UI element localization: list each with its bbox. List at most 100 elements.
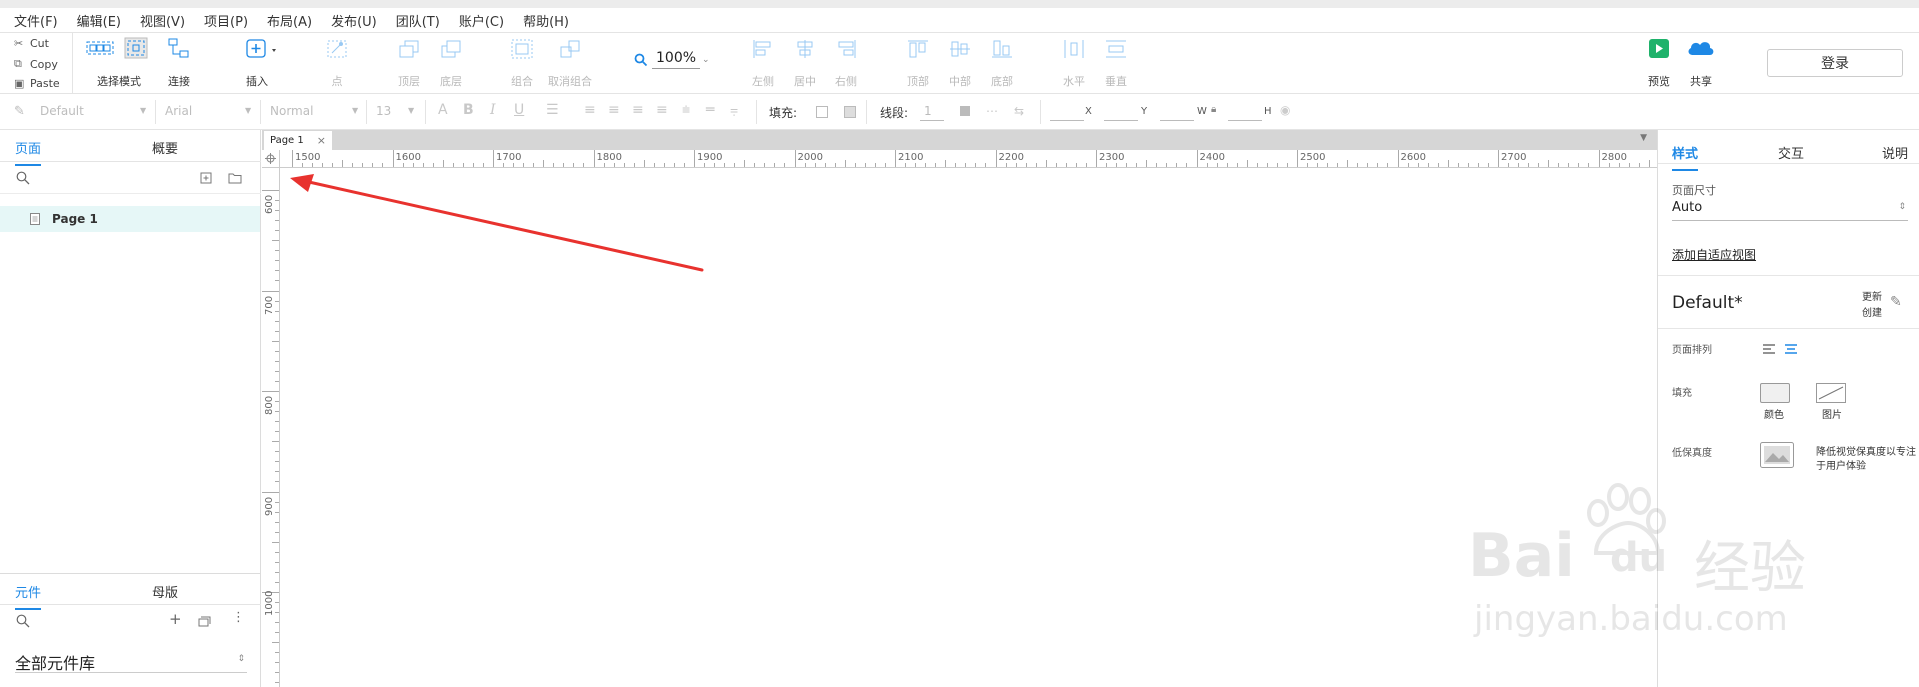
group-icon[interactable]	[511, 39, 533, 59]
tab-masters[interactable]: 母版	[152, 582, 178, 601]
bullet-list-icon[interactable]: ☰	[546, 102, 559, 118]
search-icon[interactable]	[16, 614, 30, 628]
tab-pages[interactable]: 页面	[15, 138, 42, 166]
align-center-icon[interactable]	[794, 39, 816, 59]
zoom-control[interactable]: 100% ⌄	[634, 50, 710, 69]
menu-project[interactable]: 项目(P)	[204, 11, 248, 30]
menu-layout[interactable]: 布局(A)	[267, 11, 312, 30]
shadow-swatch[interactable]	[844, 106, 856, 118]
tab-notes[interactable]: 说明	[1882, 143, 1908, 162]
valign-top-icon[interactable]: ⩧	[682, 102, 690, 118]
paste-button[interactable]: ▣ Paste	[14, 77, 60, 90]
ruler-corner[interactable]	[262, 150, 280, 168]
add-adaptive-view-link[interactable]: 添加自适应视图	[1672, 246, 1756, 263]
text-align-center-icon[interactable]: ≡	[608, 102, 620, 118]
height-field[interactable]	[1228, 120, 1262, 121]
ruler-tick	[432, 163, 434, 167]
align-middle-icon[interactable]	[949, 39, 971, 59]
bold-icon[interactable]: B	[463, 102, 474, 118]
line-width-underline	[920, 120, 944, 121]
cut-button[interactable]: ✂ Cut	[14, 37, 49, 50]
tab-widgets[interactable]: 元件	[15, 582, 42, 610]
vertical-ruler[interactable]: 600 700 800 900 1000	[262, 168, 280, 687]
tab-style[interactable]: 样式	[1672, 143, 1699, 171]
distribute-vertical-icon[interactable]	[1105, 39, 1127, 59]
bring-to-front-icon[interactable]	[398, 39, 420, 59]
ruler-label: 2100	[898, 152, 924, 163]
fill-color-button[interactable]	[1760, 383, 1790, 403]
menu-edit[interactable]: 编辑(E)	[77, 11, 121, 30]
page-size-select[interactable]: Auto ⇕	[1672, 200, 1908, 221]
select-contain-icon[interactable]	[124, 37, 148, 59]
font-size-select[interactable]: 13 ▼	[376, 104, 416, 118]
line-pattern-icon[interactable]: ⋯	[986, 104, 998, 118]
copy-button[interactable]: ⧉ Copy	[14, 57, 58, 71]
font-family-select[interactable]: Arial ▼	[165, 104, 255, 118]
point-icon[interactable]	[326, 39, 348, 59]
horizontal-ruler[interactable]: 1500 1600 1700 1800 1900 2000 2100 2200 2300 2400…	[280, 150, 1657, 168]
select-intersect-icon[interactable]	[86, 39, 114, 57]
fill-image-icon[interactable]	[1816, 383, 1846, 403]
text-align-left-icon[interactable]: ≡	[584, 102, 596, 118]
y-field[interactable]	[1104, 120, 1138, 121]
style-edit-icon[interactable]: ✎	[14, 104, 25, 119]
visibility-eye-icon[interactable]: ◉	[1280, 103, 1290, 117]
send-to-back-icon[interactable]	[440, 39, 462, 59]
tab-interaction[interactable]: 交互	[1778, 143, 1804, 162]
align-right-icon[interactable]	[835, 39, 857, 59]
page-align-center-icon[interactable]	[1784, 343, 1798, 355]
close-icon[interactable]: ×	[317, 131, 326, 150]
connect-icon[interactable]	[168, 38, 190, 58]
tab-outline[interactable]: 概要	[152, 138, 178, 157]
align-top-icon[interactable]	[907, 39, 929, 59]
fill-color-swatch[interactable]	[816, 106, 828, 118]
width-field[interactable]	[1160, 120, 1194, 121]
font-color-icon[interactable]: A	[438, 102, 448, 118]
underline-icon[interactable]: U	[514, 102, 524, 118]
create-style-link[interactable]: 创建	[1862, 304, 1882, 319]
line-color-swatch[interactable]	[960, 106, 970, 116]
add-page-icon[interactable]	[200, 172, 212, 184]
search-icon[interactable]	[16, 171, 30, 185]
insert-plus-icon[interactable]	[246, 39, 282, 59]
ruler-tick	[1608, 163, 1610, 167]
canvas-area[interactable]: Page 1 × ▼ 1500 1600 1700 1800 1900 2000 2100 2…	[262, 130, 1657, 687]
ungroup-icon[interactable]	[559, 39, 581, 59]
ruler-label: 700	[264, 295, 275, 315]
preview-play-icon[interactable]	[1648, 39, 1670, 59]
italic-icon[interactable]: I	[490, 102, 496, 118]
library-stack-icon[interactable]	[198, 615, 212, 627]
font-weight-select[interactable]: Normal ▼	[270, 104, 360, 118]
low-fidelity-image-icon[interactable]	[1760, 442, 1794, 468]
align-bottom-icon[interactable]	[991, 39, 1013, 59]
line-arrow-icon[interactable]: ⇆	[1014, 104, 1024, 118]
page-align-left-icon[interactable]	[1762, 343, 1776, 355]
more-options-icon[interactable]: ⋮	[232, 610, 245, 625]
valign-bottom-icon[interactable]: ⩦	[730, 102, 738, 118]
style-select[interactable]: Default ▼	[40, 104, 150, 118]
text-justify-icon[interactable]: ≡	[656, 102, 668, 118]
add-folder-icon[interactable]	[228, 172, 242, 184]
update-style-link[interactable]: 更新	[1862, 288, 1882, 303]
lock-icon[interactable]: 🔒︎	[1211, 104, 1216, 115]
page-list-item[interactable]: Page 1	[0, 206, 260, 232]
library-select[interactable]: 全部元件库 ⇕	[15, 650, 247, 673]
distribute-horizontal-icon[interactable]	[1063, 39, 1085, 59]
menu-team[interactable]: 团队(T)	[396, 11, 440, 30]
text-align-right-icon[interactable]: ≡	[632, 102, 644, 118]
share-cloud-icon[interactable]	[1686, 38, 1716, 58]
menu-publish[interactable]: 发布(U)	[331, 11, 377, 30]
menu-file[interactable]: 文件(F)	[14, 11, 58, 30]
line-width-value[interactable]: 1	[924, 104, 932, 118]
menu-view[interactable]: 视图(V)	[140, 11, 185, 30]
style-manage-icon[interactable]: ✎	[1890, 294, 1902, 310]
menu-account[interactable]: 账户(C)	[459, 11, 504, 30]
tab-dropdown-icon[interactable]: ▼	[1640, 133, 1647, 143]
add-library-icon[interactable]: +	[169, 610, 182, 628]
x-field[interactable]	[1050, 120, 1084, 121]
menu-help[interactable]: 帮助(H)	[523, 11, 569, 30]
align-left-icon[interactable]	[752, 39, 774, 59]
page-tab[interactable]: Page 1 ×	[264, 131, 332, 150]
valign-middle-icon[interactable]: ═	[706, 102, 714, 118]
login-button[interactable]: 登录	[1767, 49, 1903, 77]
